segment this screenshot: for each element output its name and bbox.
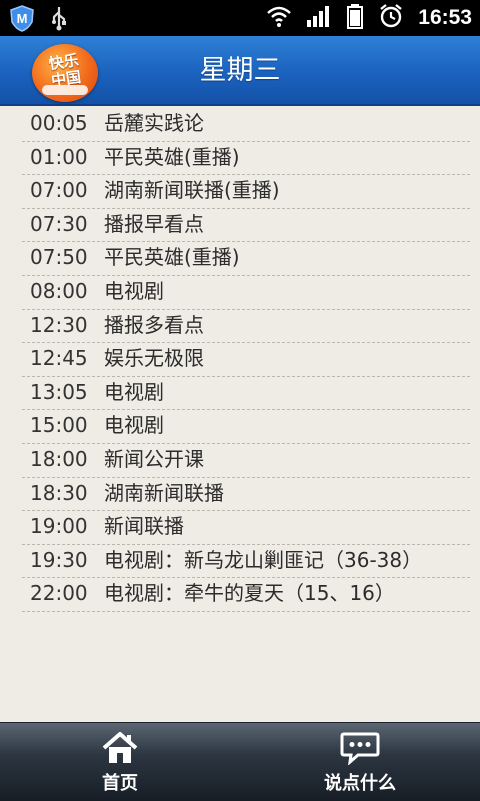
- program-title: 娱乐无极限: [104, 346, 204, 371]
- program-title: 平民英雄(重播): [104, 144, 240, 169]
- alarm-icon: [378, 3, 404, 33]
- program-time: 18:00: [30, 446, 88, 471]
- program-time: 07:50: [30, 245, 88, 270]
- program-title: 电视剧：牵牛的夏天（15、16）: [104, 581, 395, 606]
- program-time: 19:30: [30, 547, 88, 572]
- bottom-navigation: 首页 说点什么: [0, 722, 480, 801]
- program-title: 播报早看点: [104, 211, 204, 236]
- schedule-row[interactable]: 15:00 电视剧: [22, 410, 470, 444]
- schedule-list: 00:05 岳麓实践论 01:00 平民英雄(重播) 07:00 湖南新闻联播(重播)…: [0, 108, 480, 612]
- schedule-row[interactable]: 22:00 电视剧：牵牛的夏天（15、16）: [22, 578, 470, 612]
- signal-icon: [306, 4, 332, 32]
- nav-home-label: 首页: [102, 773, 138, 794]
- schedule-row[interactable]: 19:00 新闻联播: [22, 511, 470, 545]
- schedule-row[interactable]: 18:30 湖南新闻联播: [22, 478, 470, 512]
- program-title: 新闻联播: [104, 514, 184, 539]
- schedule-row[interactable]: 07:00 湖南新闻联播(重播): [22, 175, 470, 209]
- program-title: 湖南新闻联播: [104, 480, 224, 505]
- program-time: 07:00: [30, 178, 88, 203]
- program-title: 电视剧: [104, 413, 164, 438]
- app-m-icon: M: [8, 4, 36, 36]
- schedule-row[interactable]: 08:00 电视剧: [22, 276, 470, 310]
- program-title: 新闻公开课: [104, 446, 204, 471]
- nav-comment-button[interactable]: 说点什么: [280, 723, 440, 801]
- chat-bubble-icon: [340, 731, 380, 766]
- schedule-row[interactable]: 12:30 播报多看点: [22, 310, 470, 344]
- program-time: 19:00: [30, 514, 88, 539]
- page-title: 星期三: [199, 55, 281, 86]
- status-bar: M 16:53: [0, 0, 480, 36]
- nav-home-button[interactable]: 首页: [40, 723, 200, 801]
- schedule-row[interactable]: 00:05 岳麓实践论: [22, 108, 470, 142]
- program-time: 07:30: [30, 211, 88, 236]
- svg-text:M: M: [17, 11, 28, 26]
- program-title: 平民英雄(重播): [104, 245, 240, 270]
- program-title: 电视剧: [104, 278, 164, 303]
- schedule-row[interactable]: 19:30 电视剧：新乌龙山剿匪记（36-38）: [22, 545, 470, 579]
- battery-icon: [346, 3, 364, 33]
- program-time: 08:00: [30, 278, 88, 303]
- clock-time: 16:53: [418, 6, 472, 29]
- schedule-row[interactable]: 18:00 新闻公开课: [22, 444, 470, 478]
- schedule-row[interactable]: 01:00 平民英雄(重播): [22, 142, 470, 176]
- program-time: 18:30: [30, 480, 88, 505]
- program-time: 13:05: [30, 379, 88, 404]
- program-title: 播报多看点: [104, 312, 204, 337]
- program-title: 电视剧：新乌龙山剿匪记（36-38）: [104, 547, 423, 572]
- schedule-row[interactable]: 12:45 娱乐无极限: [22, 343, 470, 377]
- program-time: 15:00: [30, 413, 88, 438]
- wifi-icon: [266, 4, 292, 32]
- schedule-row[interactable]: 13:05 电视剧: [22, 377, 470, 411]
- program-title: 湖南新闻联播(重播): [104, 178, 280, 203]
- program-title: 岳麓实践论: [104, 111, 204, 135]
- program-time: 01:00: [30, 144, 88, 169]
- usb-icon: [48, 4, 70, 36]
- program-time: 22:00: [30, 581, 88, 606]
- schedule-row[interactable]: 07:30 播报早看点: [22, 209, 470, 243]
- program-title: 电视剧: [104, 379, 164, 404]
- nav-comment-label: 说点什么: [324, 773, 396, 794]
- program-time: 12:30: [30, 312, 88, 337]
- home-icon: [100, 731, 140, 765]
- schedule-row[interactable]: 07:50 平民英雄(重播): [22, 242, 470, 276]
- program-time: 00:05: [30, 111, 88, 135]
- title-bar: 快乐 中国 星期三: [0, 36, 480, 106]
- program-time: 12:45: [30, 346, 88, 371]
